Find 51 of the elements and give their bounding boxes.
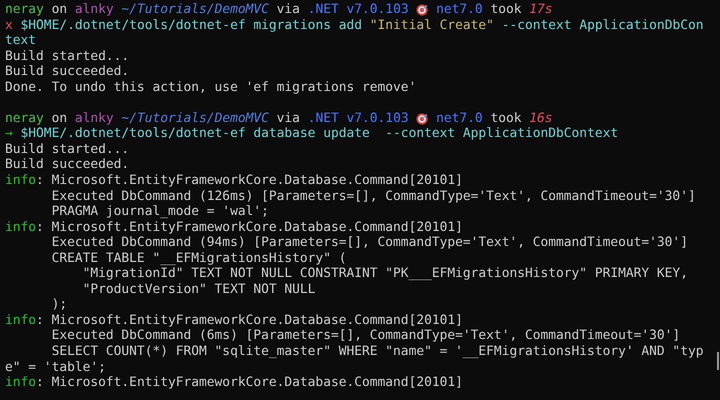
output-text: via [276,2,301,18]
output-text: : Microsoft.EntityFrameworkCore.Database.Command[20101] [36,312,463,328]
output-text: Done. To undo this action, use 'ef migrations remove' [5,80,416,96]
output-text: Build succeeded. [5,157,130,174]
runtime-version: net7.0 [435,110,483,126]
output-text: took [489,110,522,126]
command-duration: 17s [529,2,553,18]
prompt-arrow: → [5,126,13,142]
output-text: took [489,2,522,18]
prompt-path: ~/Tutorials/DemoMVC [120,2,269,18]
log-level: info [5,375,36,391]
prompt-host: alnky [74,2,114,18]
output-text: SELECT COUNT(*) FROM "sqlite_master" WHERE "name" = '__EFMigrationsHistory' AND "typ [50,344,704,360]
output-text: on [50,110,68,126]
command-duration: 16s [529,110,553,126]
command-text: --context ApplicationDbCon [500,18,704,34]
log-level: info [5,173,36,189]
prompt-user: neray [5,2,44,18]
runtime-version: net7.0 [435,2,483,18]
output-text: : Microsoft.EntityFrameworkCore.Database.Command[20101] [36,173,463,189]
output-text: e" = 'table'; [5,360,106,376]
output-text: Build started... [5,142,130,158]
output-text: "ProductVersion" TEXT NOT NULL [82,282,316,298]
output-text: Executed DbCommand (126ms) [Parameters=[], CommandType='Text', CommandTimeout='30'] [50,188,696,204]
runtime-version: .NET v7.0.103 [308,2,410,18]
command-string: "Initial Create" [370,18,494,34]
output-text: PRAGMA journal_mode = 'wal'; [50,204,269,220]
command-text: text [5,33,36,49]
output-text: ); [50,297,68,313]
output-text: Executed DbCommand (6ms) [Parameters=[], CommandType='Text', CommandTimeout='30'] [50,328,680,344]
output-text: Build succeeded. [5,64,130,80]
output-text: on [50,2,68,18]
runtime-version: .NET v7.0.103 [308,110,410,126]
command-text: $HOME/.dotnet/tools/dotnet-ef database update --context ApplicationDbContext [20,126,618,142]
output-text: Executed DbCommand (94ms) [Parameters=[], CommandType='Text', CommandTimeout='30'] [50,235,688,251]
output-text: "MigrationId" TEXT NOT NULL CONSTRAINT "PK___EFMigrationsHistory" PRIMARY KEY, [82,266,688,282]
output-text: via [276,110,301,126]
log-level: info [5,220,36,236]
output-text: : Microsoft.EntityFrameworkCore.Database.Command[20101] [36,220,463,236]
prompt-path: ~/Tutorials/DemoMVC [120,110,269,126]
scrollbar-thumb[interactable] [717,352,719,370]
output-text: : Microsoft.EntityFrameworkCore.Database.Command[20101] [36,375,463,391]
prompt-user: neray [5,110,44,126]
log-level: info [5,312,36,328]
error-mark: x [5,18,13,34]
prompt-host: alnky [74,110,114,126]
target-icon [416,112,428,125]
target-icon [416,4,428,16]
command-text: $HOME/.dotnet/tools/dotnet-ef migrations add [20,18,364,34]
output-text: Build started... [5,48,130,64]
output-text: CREATE TABLE "__EFMigrationsHistory" ( [50,250,346,266]
